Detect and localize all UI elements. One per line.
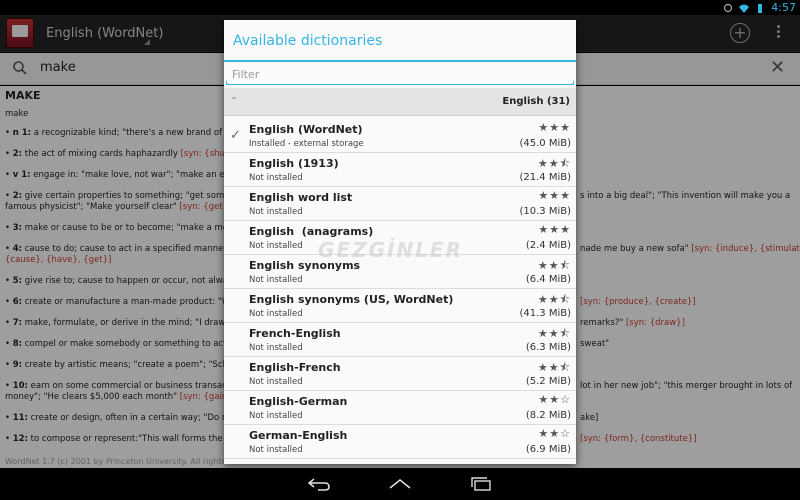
- rating-stars-icon: ★★★: [538, 223, 571, 236]
- download-size: (45.0 MiB): [519, 138, 571, 149]
- group-header-english[interactable]: ⌃ English (31): [224, 88, 576, 116]
- dictionary-name: English synonyms (US, WordNet): [249, 293, 454, 306]
- checkmark-icon: ✓: [230, 128, 241, 143]
- screen: 4:57 English (WordNet) + make ✕ MAKE mak…: [0, 0, 800, 500]
- install-status: Not installed: [249, 377, 303, 387]
- download-size: (41.3 MiB): [519, 308, 571, 319]
- navigation-bar: [0, 468, 800, 500]
- dictionary-name: French-English: [249, 327, 341, 340]
- dictionary-item[interactable]: English synonyms (US, WordNet) Not instal…: [224, 289, 576, 323]
- filter-input[interactable]: Filter: [226, 64, 574, 84]
- dictionary-item[interactable]: French-English Not installed ★★⯪ (6.3 MiB): [224, 323, 576, 357]
- rating-stars-icon: ★★☆: [538, 427, 571, 440]
- sync-icon: [724, 3, 733, 12]
- collapse-caret-icon: ⌃: [230, 96, 239, 107]
- wifi-icon: [739, 4, 750, 13]
- status-time: 4:57: [771, 1, 796, 14]
- dictionary-name: English-French: [249, 361, 341, 374]
- watermark: GEZGİNLER: [318, 238, 463, 262]
- dictionary-item[interactable]: German-English Not installed ★★☆ (6.9 MiB): [224, 425, 576, 459]
- install-status: Not installed: [249, 207, 303, 217]
- status-bar: 4:57: [0, 0, 800, 15]
- install-status: Not installed: [249, 343, 303, 353]
- group-label: English (31): [502, 96, 570, 107]
- rating-stars-icon: ★★☆: [538, 393, 571, 406]
- download-size: (2.4 MiB): [525, 240, 571, 251]
- download-size: (6.4 MiB): [525, 274, 571, 285]
- download-size: (6.9 MiB): [525, 444, 571, 455]
- rating-stars-icon: ★★★: [538, 189, 571, 202]
- dictionary-name: German-English: [249, 429, 348, 442]
- dictionary-item[interactable]: ✓ English (WordNet) Installed - external s…: [224, 119, 576, 153]
- dictionary-item[interactable]: English-French Not installed ★★⯪ (5.2 MiB): [224, 357, 576, 391]
- download-size: (6.3 MiB): [525, 342, 571, 353]
- install-status: Not installed: [249, 309, 303, 319]
- dictionary-item[interactable]: English word list Not installed ★★★ (10.3 M…: [224, 187, 576, 221]
- install-status: Not installed: [249, 241, 303, 251]
- download-size: (8.2 MiB): [525, 410, 571, 421]
- dictionary-name: English (anagrams): [249, 225, 374, 238]
- dictionary-list: ✓ English (WordNet) Installed - external s…: [224, 119, 576, 459]
- download-size: (5.2 MiB): [525, 376, 571, 387]
- install-status: Installed - external storage: [249, 139, 364, 149]
- dictionary-name: English word list: [249, 191, 353, 204]
- install-status: Not installed: [249, 411, 303, 421]
- battery-icon: [758, 3, 763, 13]
- download-size: (10.3 MiB): [519, 206, 571, 217]
- title-divider: [224, 60, 576, 62]
- install-status: Not installed: [249, 275, 303, 285]
- install-status: Not installed: [249, 173, 303, 183]
- dialog-title: Available dictionaries: [233, 33, 383, 49]
- rating-stars-icon: ★★★: [538, 121, 571, 134]
- dictionary-name: English-German: [249, 395, 348, 408]
- dictionary-item[interactable]: English-German Not installed ★★☆ (8.2 MiB): [224, 391, 576, 425]
- dictionary-name: English (1913): [249, 157, 339, 170]
- dictionary-name: English (WordNet): [249, 123, 363, 136]
- download-size: (21.4 MiB): [519, 172, 571, 183]
- install-status: Not installed: [249, 445, 303, 455]
- back-icon[interactable]: [306, 476, 332, 492]
- recent-apps-icon[interactable]: [468, 476, 494, 492]
- filter-underline: [226, 81, 574, 85]
- home-icon[interactable]: [387, 476, 413, 492]
- dictionary-item[interactable]: English (1913) Not installed ★★⯪ (21.4 MiB): [224, 153, 576, 187]
